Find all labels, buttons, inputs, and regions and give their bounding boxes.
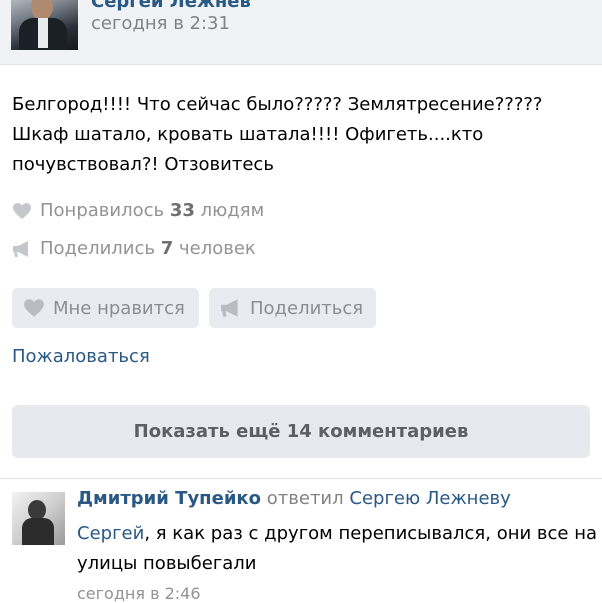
likes-prefix: Понравилось xyxy=(40,200,165,221)
post-time[interactable]: сегодня в 2:31 xyxy=(91,13,230,34)
author-avatar[interactable] xyxy=(11,0,78,50)
post-text-line: почувствовал?! Отзовитесь xyxy=(12,154,274,175)
show-more-comments-button[interactable]: Показать ещё 14 комментариев xyxy=(12,405,590,458)
megaphone-icon xyxy=(13,240,28,257)
comment-text-line: улицы повыбегали xyxy=(77,553,257,574)
comment-author-name[interactable]: Дмитрий Тупейко xyxy=(77,488,261,509)
share-button[interactable]: Поделиться xyxy=(209,288,376,328)
avatar-shirt xyxy=(38,18,48,48)
megaphone-icon xyxy=(221,299,238,317)
like-button[interactable]: Мне нравится xyxy=(12,288,199,328)
comment-text-line: Сергей, я как раз с другом переписывался… xyxy=(77,519,597,549)
likes-stat[interactable]: Понравилось 33 людям xyxy=(12,200,264,221)
comment-mention[interactable]: Сергей xyxy=(77,523,144,544)
post-text-line: Шкаф шатало, кровать шатала!!!! Офигеть.… xyxy=(12,124,484,145)
heart-icon xyxy=(13,202,31,219)
comment-author-avatar[interactable] xyxy=(12,492,65,545)
avatar-body xyxy=(22,518,54,545)
author-name[interactable]: Сергей Лежнев xyxy=(91,0,251,12)
avatar-head xyxy=(28,500,46,520)
like-button-label: Мне нравится xyxy=(53,297,185,319)
report-link[interactable]: Пожаловаться xyxy=(12,346,150,367)
comment-reply-word: ответил xyxy=(266,488,344,509)
shares-prefix: Поделились xyxy=(40,238,155,259)
avatar-face xyxy=(31,0,53,20)
comment-reply-target[interactable]: Сергею Лежневу xyxy=(349,488,510,509)
likes-suffix: людям xyxy=(200,200,265,221)
comment-time[interactable]: сегодня в 2:46 xyxy=(77,584,201,603)
post-header: Сергей Лежнев сегодня в 2:31 xyxy=(0,0,602,65)
heart-icon xyxy=(24,299,44,317)
post-text: Белгород!!!! Что сейчас было????? Землят… xyxy=(12,90,592,180)
post-text-line: Белгород!!!! Что сейчас было????? Землят… xyxy=(12,94,543,115)
divider xyxy=(0,478,602,479)
shares-suffix: человек xyxy=(178,238,256,259)
comment-text-rest: , я как раз с другом переписывался, они … xyxy=(144,523,597,544)
likes-count: 33 xyxy=(169,200,195,221)
shares-stat[interactable]: Поделились 7 человек xyxy=(12,238,256,259)
share-button-label: Поделиться xyxy=(250,297,364,319)
comment-text: Сергей, я как раз с другом переписывался… xyxy=(77,519,597,579)
comment-header: Дмитрий Тупейко ответил Сергею Лежневу xyxy=(77,488,511,509)
shares-count: 7 xyxy=(160,238,174,259)
